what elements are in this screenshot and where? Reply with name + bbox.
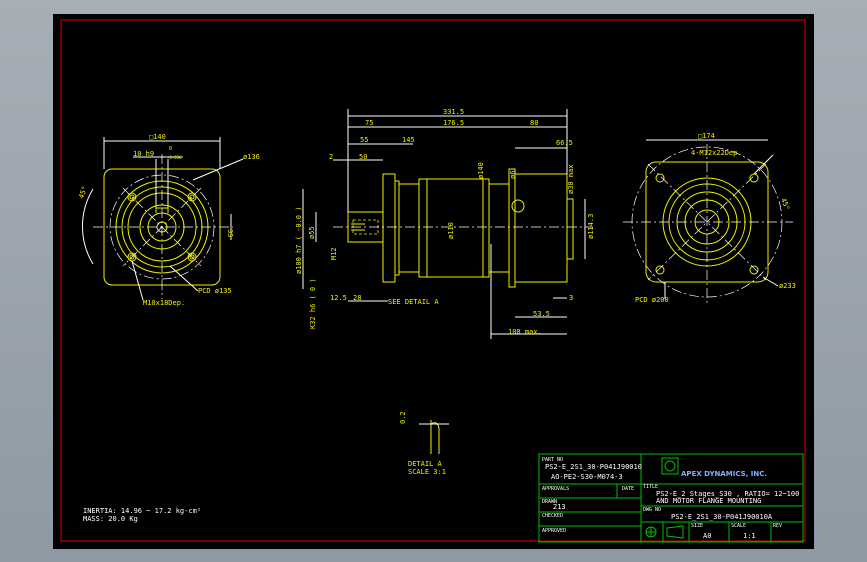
svg-text:K32 h6 ( 0 ): K32 h6 ( 0 )	[309, 278, 317, 329]
svg-text:REV: REV	[773, 523, 782, 529]
svg-text:APPROVALS: APPROVALS	[542, 486, 569, 492]
key-width-dim: 10 h9	[133, 150, 154, 158]
drawing-canvas[interactable]: □140 10 h9 0 -0.036 ø136 35 PCD ø135 M10…	[53, 14, 814, 549]
svg-text:ø55: ø55	[308, 226, 316, 239]
front-angle: 45°	[77, 185, 89, 200]
svg-text:75: 75	[365, 119, 373, 127]
svg-text:53.5: 53.5	[533, 310, 550, 318]
svg-text:DATE: DATE	[622, 486, 634, 492]
see-detail-label: SEE DETAIL A	[388, 298, 439, 306]
company-name: APEX DYNAMICS, INC.	[681, 470, 767, 478]
front-square-dim: □140	[149, 133, 166, 141]
svg-text:28: 28	[353, 294, 361, 302]
drawing-svg: □140 10 h9 0 -0.036 ø136 35 PCD ø135 M10…	[60, 19, 806, 543]
pcd-dim: PCD ø135	[198, 287, 232, 295]
svg-text:SCALE: SCALE	[731, 523, 746, 529]
svg-text:2: 2	[329, 153, 333, 161]
svg-text:DWG NO: DWG NO	[643, 507, 661, 513]
svg-text:3: 3	[569, 294, 573, 302]
svg-text:55: 55	[360, 136, 368, 144]
svg-text:CHECKED: CHECKED	[542, 513, 563, 519]
inertia-note: INERTIA: 14.96 ~ 17.2 kg-cm²	[83, 507, 201, 515]
svg-text:□174: □174	[698, 132, 715, 140]
svg-text:A0: A0	[703, 532, 711, 540]
svg-text:ø114.3: ø114.3	[587, 214, 595, 239]
mass-note: MASS: 20.0 Kg	[83, 515, 138, 523]
svg-text:50: 50	[359, 153, 367, 161]
svg-text:108 max.: 108 max.	[508, 328, 542, 336]
part-no-2: AO-PE2-S30-M074-3	[551, 473, 623, 481]
svg-text:80: 80	[530, 119, 538, 127]
svg-text:176.5: 176.5	[443, 119, 464, 127]
svg-text:12.5: 12.5	[330, 294, 347, 302]
svg-text:66.5: 66.5	[556, 139, 573, 147]
svg-text:ø110: ø110	[447, 222, 455, 239]
detail-a: 0.2 DETAIL A SCALE 3:1	[399, 411, 449, 476]
svg-text:M12: M12	[330, 247, 338, 260]
svg-text:APPROVED: APPROVED	[542, 528, 566, 534]
svg-text:4-M12x22Dep.: 4-M12x22Dep.	[691, 149, 742, 157]
svg-text:145: 145	[402, 136, 415, 144]
front-view: □140 10 h9 0 -0.036 ø136 35 PCD ø135 M10…	[77, 133, 259, 307]
pilot-dim: ø136	[243, 153, 260, 161]
side-dim: 35	[226, 229, 234, 237]
svg-text:0: 0	[169, 146, 172, 152]
motor-view: □174 4-M12x22Dep. 45° PCD ø200 ø233	[623, 132, 796, 304]
svg-text:ø140: ø140	[477, 162, 485, 179]
detail-scale: SCALE 3:1	[408, 468, 446, 476]
svg-text:PCD ø200: PCD ø200	[635, 296, 669, 304]
title-block: PART NO PS2-E_2S1_30-P041J90010 AO-PE2-S…	[538, 453, 804, 543]
svg-text:ø30 max: ø30 max	[567, 164, 575, 194]
holes-dim: M10x18Dep.	[143, 299, 185, 307]
part-no-1: PS2-E_2S1_30-P041J90010	[545, 463, 642, 471]
svg-text:ø233: ø233	[779, 282, 796, 290]
svg-text:0.2: 0.2	[399, 411, 407, 424]
detail-label: DETAIL A	[408, 460, 443, 468]
overall-dim: 331.5	[443, 108, 464, 116]
svg-text:ø6: ø6	[509, 171, 517, 179]
svg-text:ø100 h7 ( -0.0 ): ø100 h7 ( -0.0 )	[295, 207, 303, 274]
cad-viewport: □140 10 h9 0 -0.036 ø136 35 PCD ø135 M10…	[0, 0, 867, 562]
side-view: 331.5 75 176.5 80 55 145 2 50 66.5 ø100 …	[295, 108, 595, 339]
title-line-2: AND MOTOR FLANGE MOUNTING	[656, 497, 761, 505]
svg-text:1:1: 1:1	[743, 532, 756, 540]
svg-text:213: 213	[553, 503, 566, 511]
svg-text:-0.036: -0.036	[167, 155, 182, 160]
svg-text:SIZE: SIZE	[691, 523, 703, 529]
dwg-no: PS2-E_2S1_30-P041J90010A	[671, 513, 773, 521]
